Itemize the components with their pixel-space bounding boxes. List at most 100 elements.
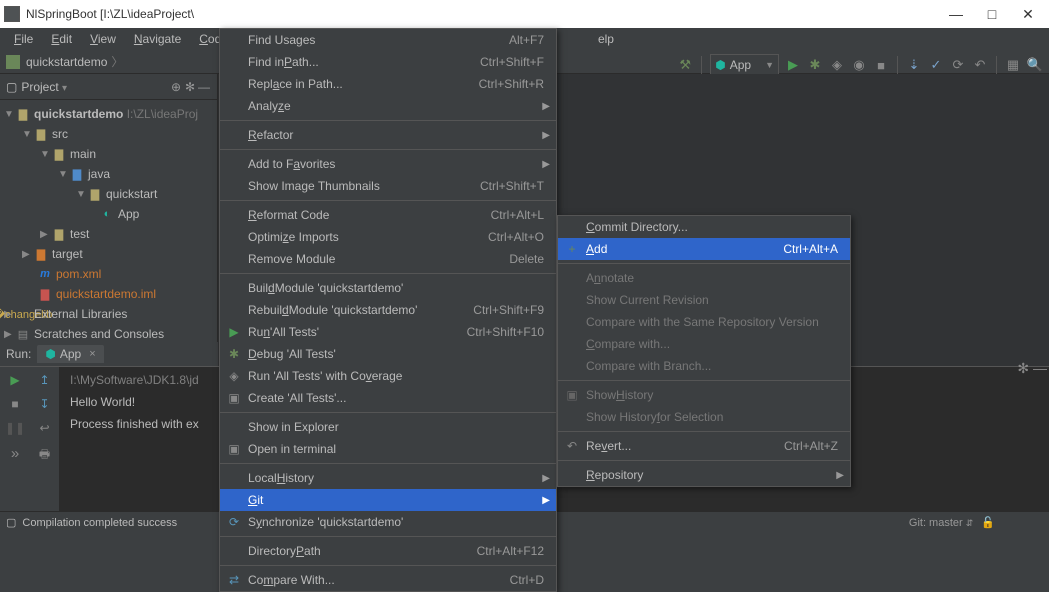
debug-button[interactable]: ✱ bbox=[807, 57, 823, 73]
git-repository[interactable]: Repository▶ bbox=[558, 464, 850, 486]
git-commit[interactable]: Commit Directory... bbox=[558, 216, 850, 238]
soft-wrap-button[interactable]: ↩ bbox=[39, 421, 49, 435]
structure-button[interactable]: ▦ bbox=[1005, 57, 1021, 73]
git-branch[interactable]: Git: master ⇵ bbox=[909, 517, 973, 529]
context-menu-main: Find UsagesAlt+F7 Find in Path...Ctrl+Sh… bbox=[219, 28, 557, 592]
run-config-selector[interactable]: ⬢ App ▼ bbox=[710, 54, 779, 76]
breadcrumb-icon bbox=[6, 55, 20, 69]
project-tool-title[interactable]: Project ▾ bbox=[21, 80, 169, 94]
up-stack-button[interactable]: ↥ bbox=[39, 373, 49, 387]
bug-icon: ✱ bbox=[226, 347, 242, 361]
tree-iml[interactable]: quickstartdemo.iml bbox=[56, 287, 156, 301]
project-gear-icon[interactable]: ✻ bbox=[183, 80, 197, 94]
ctx-run-tests[interactable]: ▶Run 'All Tests'Ctrl+Shift+F10 bbox=[220, 321, 556, 343]
close-icon[interactable]: × bbox=[89, 348, 95, 360]
ctx-show-explorer[interactable]: Show in Explorer bbox=[220, 416, 556, 438]
ctx-open-terminal[interactable]: ▣Open in terminal bbox=[220, 438, 556, 460]
tree-pom[interactable]: pom.xml bbox=[56, 267, 101, 281]
ctx-show-thumbnails[interactable]: Show Image ThumbnailsCtrl+Shift+T bbox=[220, 175, 556, 197]
rerun-button[interactable]: ▶ bbox=[10, 373, 19, 387]
git-compare-same: Compare with the Same Repository Version bbox=[558, 311, 850, 333]
ctx-find-in-path[interactable]: Find in Path...Ctrl+Shift+F bbox=[220, 51, 556, 73]
terminal-icon: ▣ bbox=[226, 442, 242, 456]
run-label: Run: bbox=[6, 347, 31, 361]
ctx-directory-path[interactable]: Directory PathCtrl+Alt+F12 bbox=[220, 540, 556, 562]
ctx-find-usages[interactable]: Find UsagesAlt+F7 bbox=[220, 29, 556, 51]
git-compare-branch: Compare with Branch... bbox=[558, 355, 850, 377]
sync-icon: ⟳ bbox=[226, 515, 242, 529]
menu-view[interactable]: View bbox=[82, 30, 124, 48]
ctx-local-history[interactable]: Local History▶ bbox=[220, 467, 556, 489]
coverage-button[interactable]: ◈ bbox=[829, 57, 845, 73]
project-collapse-icon[interactable]: — bbox=[197, 80, 211, 94]
menu-help[interactable]: elp bbox=[590, 30, 622, 48]
project-tree[interactable]: ▼▇quickstartdemo I:\ZL\ideaProj ▼▇src ▼▇… bbox=[0, 100, 217, 348]
ctx-analyze[interactable]: Analyze▶ bbox=[220, 95, 556, 117]
padlock-icon[interactable]: 🔓 bbox=[981, 516, 995, 529]
vcs-update-icon[interactable]: ⇣ bbox=[906, 57, 922, 73]
pause-button[interactable]: ❚❚ bbox=[5, 421, 25, 435]
run-tool-tabbar: Run: ⬢ App × bbox=[0, 342, 218, 366]
stop-button[interactable]: ■ bbox=[873, 57, 889, 73]
tree-root[interactable]: quickstartdemo bbox=[34, 107, 123, 121]
search-everywhere-button[interactable]: 🔍 bbox=[1027, 57, 1043, 73]
stop-run-button[interactable]: ■ bbox=[11, 397, 18, 411]
ctx-remove-module[interactable]: Remove ModuleDelete bbox=[220, 248, 556, 270]
ctx-debug-tests[interactable]: ✱Debug 'All Tests' bbox=[220, 343, 556, 365]
window-title: NlSpringBoot [I:\ZL\ideaProject\ bbox=[26, 7, 949, 21]
ctx-create-tests[interactable]: ▣Create 'All Tests'... bbox=[220, 387, 556, 409]
status-icon: ▢ bbox=[6, 516, 16, 529]
ctx-git[interactable]: Git▶ bbox=[220, 489, 556, 511]
git-show-history: ▣Show History bbox=[558, 384, 850, 406]
ctx-reformat[interactable]: Reformat CodeCtrl+Alt+L bbox=[220, 204, 556, 226]
history-icon: ▣ bbox=[564, 388, 580, 402]
project-settings-icon[interactable]: ⊕ bbox=[169, 80, 183, 94]
breadcrumb-project[interactable]: quickstartdemo bbox=[26, 55, 107, 69]
git-show-history-sel: Show History for Selection bbox=[558, 406, 850, 428]
menu-file[interactable]: File bbox=[6, 30, 41, 48]
tree-target[interactable]: target bbox=[52, 247, 83, 261]
profile-button[interactable]: ◉ bbox=[851, 57, 867, 73]
vcs-commit-icon[interactable]: ✓ bbox=[928, 57, 944, 73]
close-button[interactable]: ✕ bbox=[1021, 7, 1035, 21]
ctx-rebuild-module[interactable]: Rebuild Module 'quickstartdemo'Ctrl+Shif… bbox=[220, 299, 556, 321]
git-compare-with: Compare with... bbox=[558, 333, 850, 355]
ctx-optimize-imports[interactable]: Optimize ImportsCtrl+Alt+O bbox=[220, 226, 556, 248]
ctx-replace-in-path[interactable]: Replace in Path...Ctrl+Shift+R bbox=[220, 73, 556, 95]
tree-ext-libs[interactable]: External Libraries bbox=[34, 307, 127, 321]
minimize-button[interactable]: — bbox=[949, 7, 963, 21]
down-stack-button[interactable]: ↧ bbox=[39, 397, 49, 411]
breadcrumb-arrow: 〉 bbox=[111, 53, 123, 70]
tree-app-class[interactable]: App bbox=[118, 207, 139, 221]
git-revert[interactable]: ↶Revert...Ctrl+Alt+Z bbox=[558, 435, 850, 457]
exit-button[interactable]: » bbox=[11, 445, 19, 462]
ctx-refactor[interactable]: Refactor▶ bbox=[220, 124, 556, 146]
hammer-icon[interactable]: ⚒ bbox=[677, 57, 693, 73]
tree-test[interactable]: test bbox=[70, 227, 89, 241]
tree-java[interactable]: java bbox=[88, 167, 110, 181]
run-button[interactable]: ▶ bbox=[785, 57, 801, 73]
print-button[interactable]: 🖶 bbox=[39, 445, 50, 466]
ctx-compare-with[interactable]: ⇄Compare With...Ctrl+D bbox=[220, 569, 556, 591]
ctx-add-favorites[interactable]: Add to Favorites▶ bbox=[220, 153, 556, 175]
ctx-synchronize[interactable]: ⟳Synchronize 'quickstartdemo' bbox=[220, 511, 556, 533]
menu-navigate[interactable]: Navigate bbox=[126, 30, 189, 48]
run-icon: ▶ bbox=[226, 325, 242, 339]
vcs-history-icon[interactable]: ⟳ bbox=[950, 57, 966, 73]
run-tab-icon: ⬢ bbox=[45, 347, 55, 361]
maximize-button[interactable]: □ bbox=[985, 7, 999, 21]
ctx-run-coverage[interactable]: ◈Run 'All Tests' with Coverage bbox=[220, 365, 556, 387]
tree-package[interactable]: quickstart bbox=[106, 187, 157, 201]
menu-edit[interactable]: Edit bbox=[43, 30, 80, 48]
git-add[interactable]: +AddCtrl+Alt+A bbox=[558, 238, 850, 260]
ctx-build-module[interactable]: Build Module 'quickstartdemo' bbox=[220, 277, 556, 299]
tree-main[interactable]: main bbox=[70, 147, 96, 161]
hide-button[interactable]: ✻ — bbox=[1017, 360, 1047, 377]
vcs-revert-icon[interactable]: ↶ bbox=[972, 57, 988, 73]
run-tab-app[interactable]: ⬢ App × bbox=[37, 345, 103, 363]
tree-scratches[interactable]: Scratches and Consoles bbox=[34, 327, 164, 341]
tree-src[interactable]: src bbox=[52, 127, 68, 141]
revert-icon: ↶ bbox=[564, 439, 580, 453]
git-show-revision: Show Current Revision bbox=[558, 289, 850, 311]
app-icon bbox=[4, 6, 20, 22]
